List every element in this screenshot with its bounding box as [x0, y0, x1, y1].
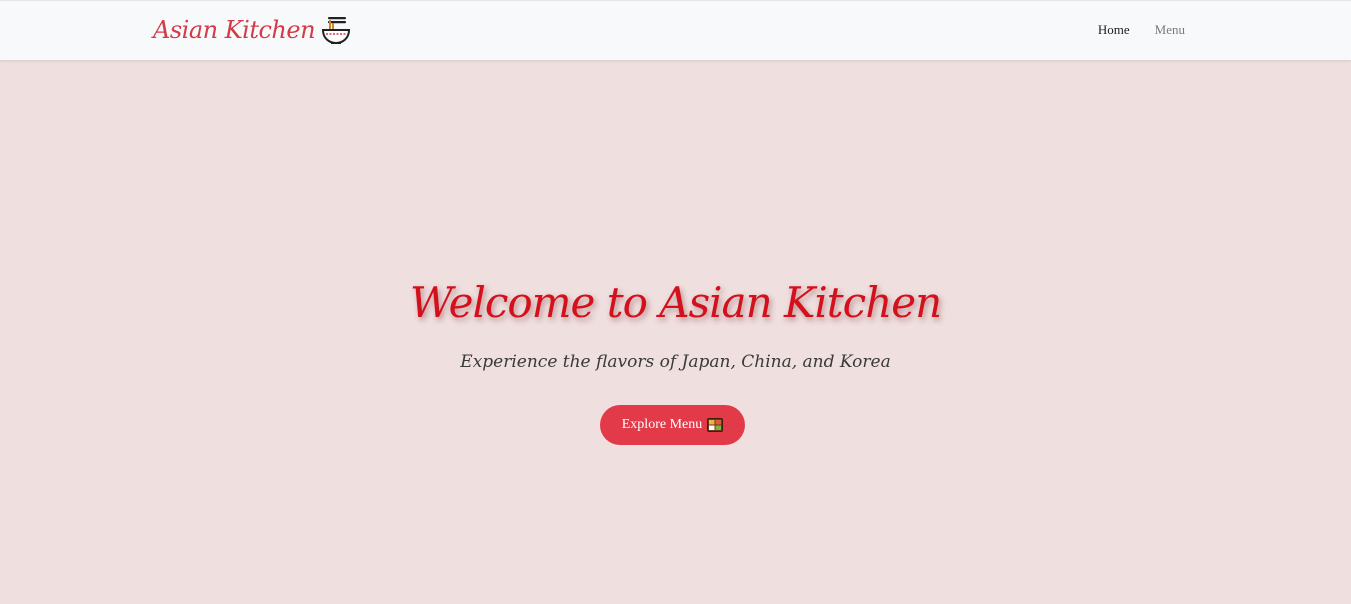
nav-link-menu[interactable]: Menu — [1155, 22, 1185, 38]
noodle-bowl-icon — [321, 15, 351, 45]
brand-logo-link[interactable]: Asian Kitchen — [153, 10, 351, 50]
explore-menu-label: Explore Menu — [621, 417, 703, 432]
bento-box-icon — [707, 418, 724, 432]
nav-link-home[interactable]: Home — [1098, 22, 1130, 38]
hero-subtitle: Experience the flavors of Japan, China, … — [460, 352, 891, 372]
nav-links: Home Menu — [1098, 22, 1185, 38]
hero-section: Welcome to Asian Kitchen Experience the … — [0, 60, 1351, 604]
hero-title: Welcome to Asian Kitchen — [409, 278, 942, 327]
brand-name: Asian Kitchen — [153, 16, 316, 44]
navbar: Asian Kitchen Home Menu — [0, 0, 1351, 60]
explore-menu-button[interactable]: Explore Menu — [600, 405, 745, 445]
